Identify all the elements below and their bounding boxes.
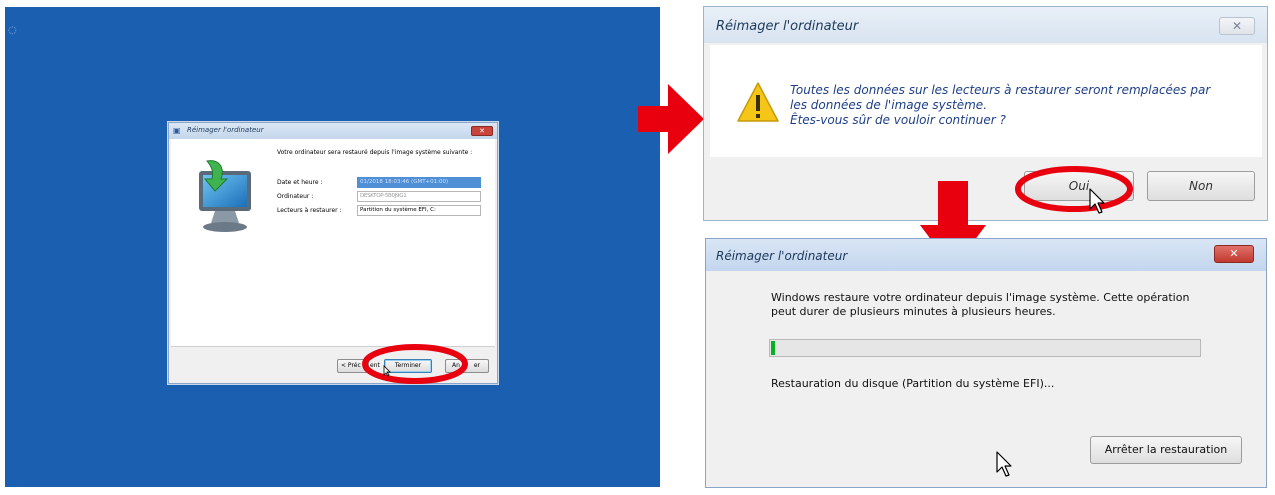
close-button[interactable]: ✕ xyxy=(1214,245,1254,263)
restore-app-icon: ▣ xyxy=(173,126,181,135)
intro-text: Votre ordinateur sera restauré depuis l'… xyxy=(277,149,473,156)
mouse-pointer-icon xyxy=(1089,188,1105,214)
restore-progress-bar xyxy=(769,339,1201,357)
no-button[interactable]: Non xyxy=(1147,171,1255,201)
restore-monitor-icon xyxy=(199,160,251,232)
message-line: Windows restaure votre ordinateur depuis… xyxy=(771,291,1190,304)
dialog-title: Réimager l'ordinateur xyxy=(716,19,859,34)
dialog-titlebar: Réimager l'ordinateur ✕ xyxy=(706,239,1266,271)
stop-restore-button[interactable]: Arrêter la restauration xyxy=(1090,436,1242,464)
highlight-ellipse-finish xyxy=(362,344,468,384)
date-value: 01/2018 18:03:46 (GMT+01:00) xyxy=(357,177,481,188)
dialog-body: Toutes les données sur les lecteurs à re… xyxy=(710,45,1262,157)
message-line: peut durer de plusieurs minutes à plusie… xyxy=(771,305,1056,318)
computer-label: Ordinateur : xyxy=(277,193,314,200)
highlight-ellipse-yes xyxy=(1015,166,1133,212)
message-line: Êtes-vous sûr de vouloir continuer ? xyxy=(790,113,1006,127)
close-button[interactable]: ✕ xyxy=(1219,17,1255,35)
dialog-titlebar: ▣ Réimager l'ordinateur ✕ xyxy=(169,123,497,139)
progress-dialog: Réimager l'ordinateur ✕ Windows restaure… xyxy=(705,238,1267,488)
warning-icon xyxy=(737,82,779,122)
stop-restore-label: Arrêter la restauration xyxy=(1104,443,1228,456)
progress-status: Restauration du disque (Partition du sys… xyxy=(771,377,1055,390)
message-line: Toutes les données sur les lecteurs à re… xyxy=(790,83,1211,97)
message-line: les données de l'image système. xyxy=(790,98,988,112)
dialog-title: Réimager l'ordinateur xyxy=(716,249,848,263)
dialog-title: Réimager l'ordinateur xyxy=(187,126,264,134)
previous-label: < Préc xyxy=(341,362,361,369)
red-arrow-right-icon xyxy=(638,84,704,154)
no-label: Non xyxy=(1189,179,1213,193)
progress-fill xyxy=(771,341,775,355)
cancel-label-tail: er xyxy=(473,362,480,369)
date-label: Date et heure : xyxy=(277,179,323,186)
dialog-content: Votre ordinateur sera restauré depuis l'… xyxy=(171,139,495,347)
progress-message: Windows restaure votre ordinateur depuis… xyxy=(771,291,1241,319)
mouse-pointer-icon xyxy=(383,365,391,377)
close-button[interactable]: ✕ xyxy=(471,126,493,136)
drives-label: Lecteurs à restaurer : xyxy=(277,207,342,214)
dialog-titlebar: Réimager l'ordinateur ✕ xyxy=(704,7,1267,43)
drives-value: Partition du système EFI, C: xyxy=(357,205,481,216)
confirm-message: Toutes les données sur les lecteurs à re… xyxy=(790,83,1250,128)
computer-value: DESKTOP-5B0J9G1 xyxy=(357,191,481,202)
busy-cursor-icon: ◌ xyxy=(8,25,17,36)
mouse-pointer-icon xyxy=(996,451,1012,477)
